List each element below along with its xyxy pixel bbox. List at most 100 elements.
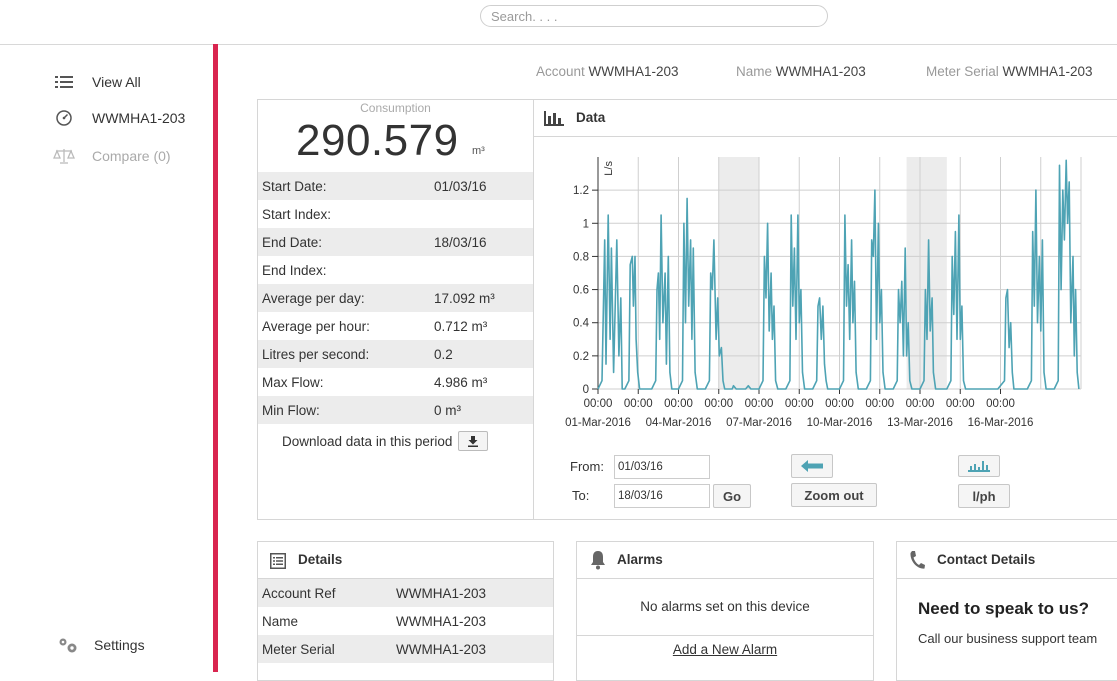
search-input[interactable] (480, 5, 828, 27)
table-row: End Index: (262, 262, 327, 278)
contact-card-header: Contact Details (897, 542, 1117, 579)
table-row: Meter Serial WWMHA1-203 (258, 635, 553, 663)
go-button[interactable]: Go (713, 484, 751, 508)
weekend-band (718, 157, 759, 389)
x-tick-label-time: 00:00 (785, 398, 814, 410)
consumption-stats-table: Start Date: 01/03/16 Start Index: End Dat… (258, 172, 533, 424)
contact-heading: Need to speak to us? (918, 599, 1089, 618)
download-row: Download data in this period (282, 431, 489, 451)
x-tick-label-date: 04-Mar-2016 (646, 417, 712, 429)
unit-toggle-button[interactable]: l/ph (958, 484, 1010, 508)
data-panel-title: Data (576, 110, 606, 125)
sidebar-item-label: Compare (0) (92, 148, 171, 164)
details-card-header: Details (258, 542, 553, 579)
alarms-title: Alarms (617, 552, 663, 567)
sidebar-item-view-all[interactable]: View All (52, 71, 141, 93)
alarms-divider (577, 635, 873, 636)
table-row: Name WWMHA1-203 (262, 613, 487, 629)
table-row: Start Index: (262, 206, 332, 222)
contact-card: Contact Details Need to speak to us? Cal… (896, 541, 1117, 681)
details-table: Account Ref WWMHA1-203 Name WWMHA1-203 Met… (258, 579, 553, 663)
account-meta: Account WWMHA1-203 (536, 64, 679, 79)
data-panel-header: Data (534, 100, 1117, 137)
sidebar-divider (213, 44, 218, 672)
table-row: End Date: 18/03/16 (258, 228, 533, 256)
contact-title: Contact Details (937, 552, 1036, 567)
x-tick-label-time: 00:00 (664, 398, 693, 410)
scales-icon (52, 148, 76, 164)
table-row: Account Ref WWMHA1-203 (258, 579, 553, 607)
x-tick-label-time: 00:00 (584, 398, 613, 410)
x-tick-label-time: 00:00 (906, 398, 935, 410)
y-tick-label: 1.2 (573, 185, 589, 197)
series-line (597, 159, 1080, 390)
sidebar-item-compare[interactable]: Compare (0) (52, 145, 171, 167)
top-bar (0, 0, 1117, 45)
to-label: To: (572, 488, 590, 503)
x-tick-label-time: 00:00 (624, 398, 653, 410)
x-tick-label-time: 00:00 (986, 398, 1015, 410)
weekend-band (906, 157, 947, 389)
data-panel: Data 0 0.2 0.4 0.6 0.8 1 1.2 L/s 00:00 01-Mar-201… (533, 99, 1117, 520)
y-tick-label: 0.4 (573, 318, 590, 330)
consumption-value: 290.579 (296, 116, 459, 165)
add-alarm-link[interactable]: Add a New Alarm (577, 642, 873, 657)
download-label: Download data in this period (282, 433, 453, 449)
bell-icon (591, 551, 605, 570)
to-date-input[interactable] (614, 484, 710, 508)
flow-chart[interactable]: 0 0.2 0.4 0.6 0.8 1 1.2 L/s 00:00 01-Mar-2016 00:0… (534, 137, 1117, 437)
gauge-icon (52, 109, 76, 127)
details-title: Details (298, 552, 343, 567)
y-tick-label: 0 (583, 384, 589, 396)
table-row: Min Flow: 0 m³ (258, 396, 533, 424)
download-button[interactable] (458, 431, 489, 451)
y-tick-label: 0.2 (573, 351, 589, 363)
from-date-input[interactable] (614, 455, 710, 479)
name-meta: Name WWMHA1-203 (736, 64, 866, 79)
contact-text: Call our business support team (918, 631, 1098, 646)
alarms-card-header: Alarms (577, 542, 873, 579)
sidebar-item-label: View All (92, 74, 141, 90)
consumption-unit: m³ (472, 145, 485, 157)
chart-type-button[interactable] (958, 455, 1000, 477)
arrow-left-icon (801, 460, 823, 472)
bar-chart-icon (544, 111, 564, 126)
table-row: Average per day: 17.092 m³ (258, 284, 533, 312)
table-row: Max Flow: 4.986 m³ (262, 374, 488, 390)
phone-icon (910, 551, 925, 569)
y-tick-label: 1 (583, 218, 589, 230)
sidebar-item-meter[interactable]: WWMHA1-203 (52, 107, 185, 129)
y-axis-label: L/s (603, 161, 615, 176)
x-tick-label-time: 00:00 (946, 398, 975, 410)
download-icon (468, 435, 479, 447)
table-row: Litres per second: 0.2 (258, 340, 533, 368)
x-tick-label-time: 00:00 (704, 398, 733, 410)
x-tick-label-date: 07-Mar-2016 (726, 417, 792, 429)
x-tick-label-date: 16-Mar-2016 (968, 417, 1034, 429)
details-icon (270, 553, 286, 569)
gears-icon (56, 636, 80, 654)
x-tick-label-time: 00:00 (745, 398, 774, 410)
from-label: From: (570, 459, 604, 474)
x-tick-label-date: 10-Mar-2016 (807, 417, 873, 429)
zoom-out-button[interactable]: Zoom out (791, 483, 877, 507)
sidebar-item-label: WWMHA1-203 (92, 110, 186, 126)
details-card: Details Account Ref WWMHA1-203 Name WWMHA1… (257, 541, 554, 681)
x-tick-label-date: 01-Mar-2016 (565, 417, 631, 429)
x-tick-label-time: 00:00 (825, 398, 854, 410)
y-tick-label: 0.8 (573, 251, 589, 263)
consumption-panel: Consumption 290.579 m³ Start Date: 01/03/… (257, 99, 534, 520)
back-button[interactable] (791, 454, 833, 478)
x-tick-label-time: 00:00 (865, 398, 894, 410)
settings-label: Settings (94, 637, 145, 653)
serial-meta: Meter Serial WWMHA1-203 (926, 64, 1093, 79)
alarms-card: Alarms No alarms set on this device Add … (576, 541, 874, 681)
bar-chart-icon (968, 461, 990, 472)
no-alarms-text: No alarms set on this device (640, 599, 810, 614)
x-tick-label-date: 13-Mar-2016 (887, 417, 953, 429)
table-row: Average per hour: 0.712 m³ (262, 318, 488, 334)
list-icon (52, 75, 76, 89)
y-tick-label: 0.6 (573, 285, 589, 297)
consumption-label: Consumption (360, 101, 431, 115)
sidebar-item-settings[interactable]: Settings (56, 634, 145, 656)
